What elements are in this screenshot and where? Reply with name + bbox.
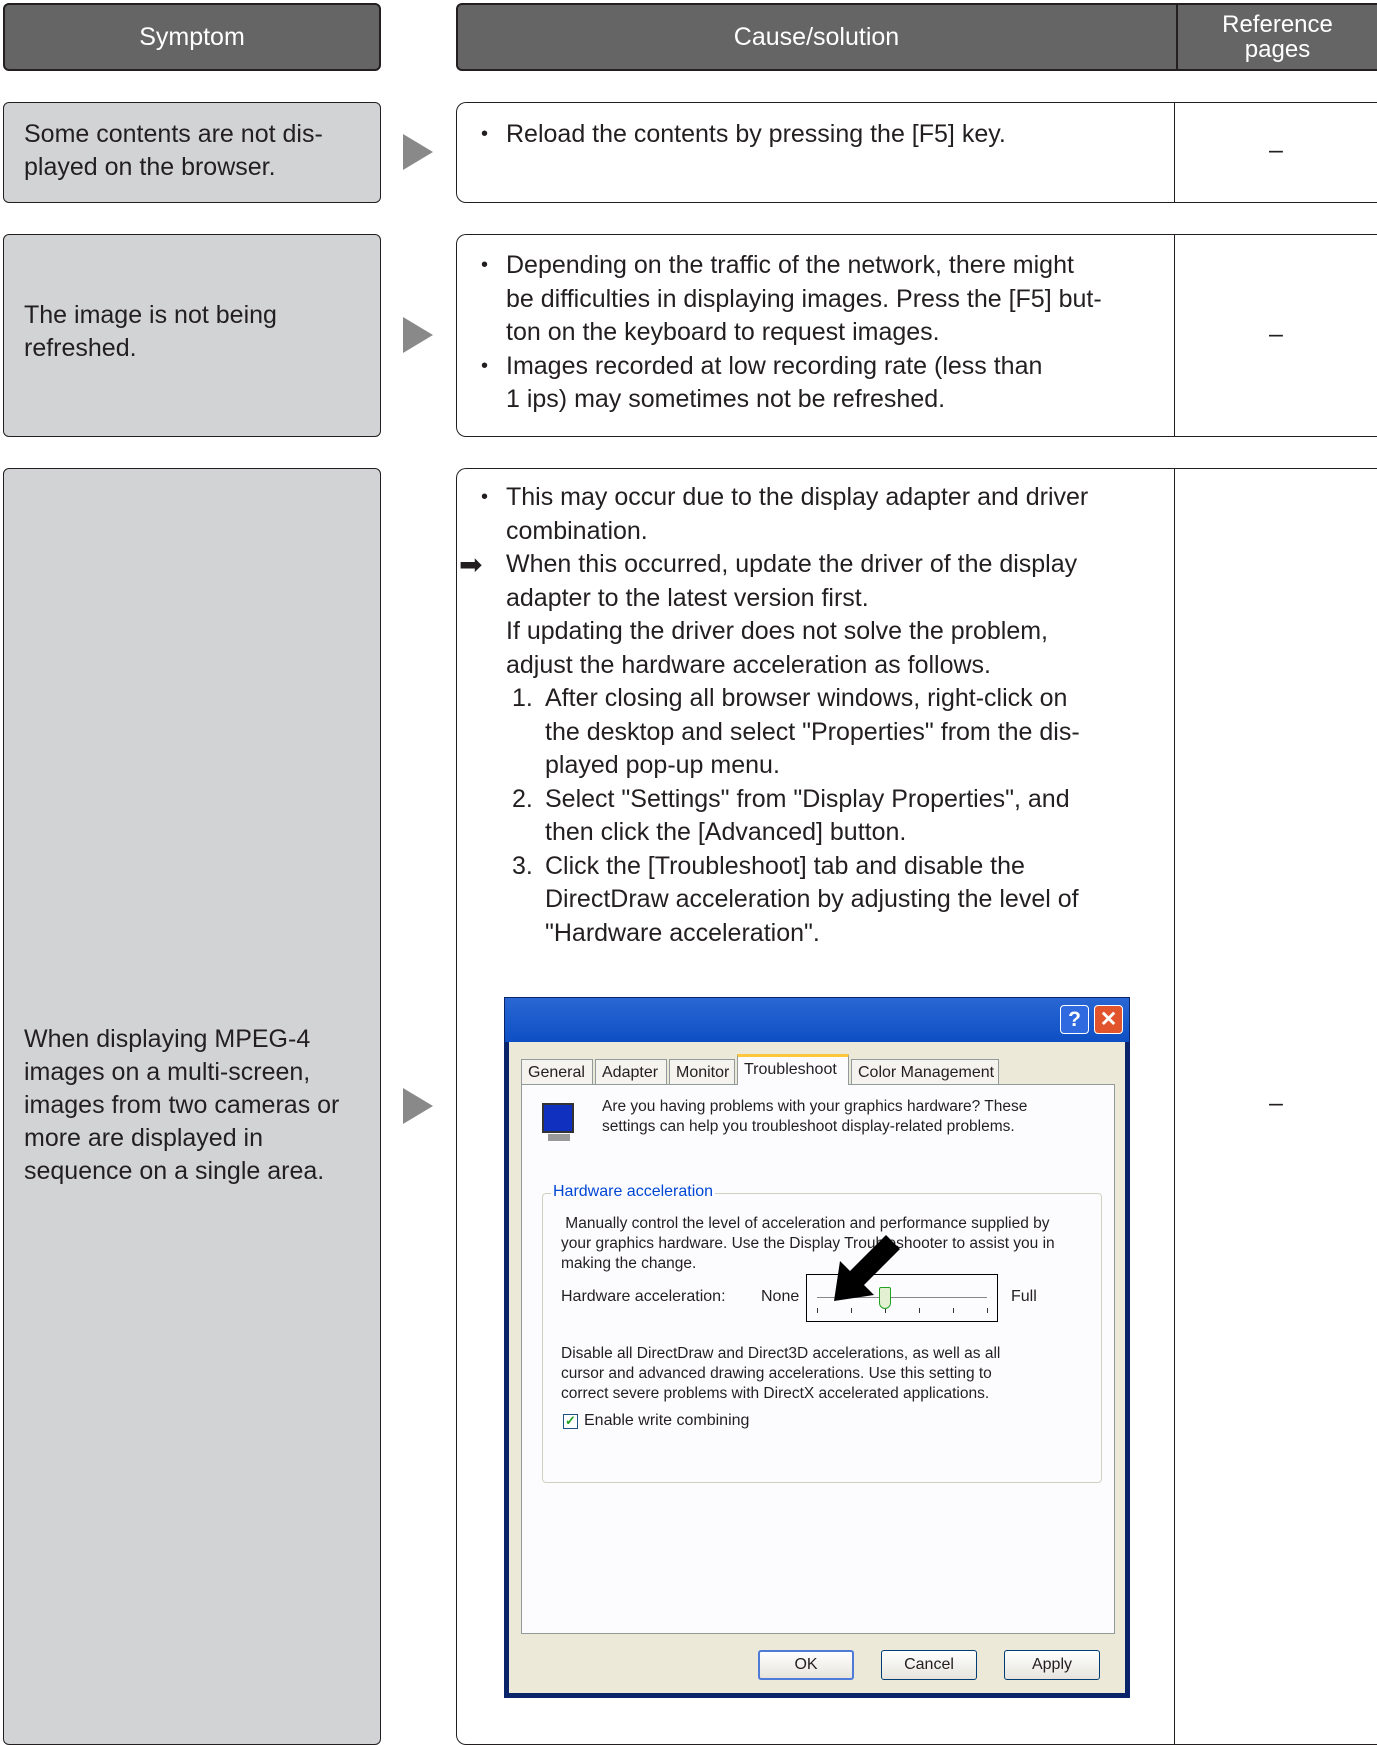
step-line: "Hardware acceleration".	[545, 918, 820, 947]
slider-max-label: Full	[1011, 1288, 1037, 1305]
symptom-column-header: Symptom	[3, 3, 381, 71]
cause-bullet: Images recorded at low recording rate (l…	[481, 350, 1171, 417]
reference-value: –	[1269, 136, 1283, 164]
symptom-line: more are displayed in	[24, 1124, 264, 1152]
step-number: 2.	[512, 784, 533, 813]
pointer-arrow-icon	[834, 1235, 900, 1301]
cause-cell-1: Reload the contents by pressing the [F5]…	[456, 102, 1377, 203]
cause-line: 1 ips) may sometimes not be refreshed.	[506, 385, 946, 413]
intro-line: settings can help you troubleshoot displ…	[602, 1118, 1015, 1135]
row-arrow-triangle	[403, 134, 433, 170]
desc-line: Manually control the level of accelerati…	[561, 1215, 1050, 1232]
slider-tick	[851, 1308, 852, 1313]
write-combining-checkbox[interactable]: ✓	[563, 1413, 578, 1429]
warn-line: Disable all DirectDraw and Direct3D acce…	[561, 1345, 1001, 1362]
warn-line: correct severe problems with DirectX acc…	[561, 1385, 990, 1402]
symptom-line: images on a multi-screen,	[24, 1058, 311, 1086]
step-line: After closing all browser windows, right…	[545, 684, 1068, 712]
cause-line: combination.	[506, 516, 648, 545]
write-combining-label: Enable write combining	[584, 1412, 750, 1429]
apply-button[interactable]: Apply	[1004, 1650, 1100, 1680]
symptom-line: refreshed.	[24, 334, 137, 362]
cause-bullet: Reload the contents by pressing the [F5]…	[481, 118, 1171, 152]
symptom-line: sequence on a single area.	[24, 1157, 325, 1185]
troubleshoot-panel: Are you having problems with your graphi…	[521, 1084, 1115, 1634]
intro-text: Are you having problems with your graphi…	[602, 1097, 1102, 1137]
tab-color-management[interactable]: Color Management	[851, 1059, 999, 1084]
right-arrow-icon: ➡	[459, 549, 483, 580]
reference-value: –	[1269, 320, 1283, 348]
reference-header-line-2: pages	[1244, 36, 1311, 63]
reference-header-label: Reference pages	[1176, 5, 1377, 69]
hardware-acceleration-group: Hardware acceleration Manually control t…	[542, 1183, 1102, 1483]
group-title: Hardware acceleration	[551, 1183, 716, 1201]
cause-line: This may occur due to the display adapte…	[506, 483, 1089, 511]
step-item: 1. After closing all browser windows, ri…	[481, 682, 1171, 783]
cause-header-label: Cause/solution	[733, 22, 900, 51]
cause-cell-2: Depending on the traffic of the network,…	[456, 234, 1377, 437]
symptom-line: When displaying MPEG-4	[24, 1025, 311, 1053]
cause-line: Depending on the traffic of the network,…	[506, 251, 1074, 279]
symptom-cell-3: When displaying MPEG-4 images on a multi…	[3, 468, 381, 1745]
tab-adapter[interactable]: Adapter	[595, 1059, 667, 1084]
cause-line: be difficulties in displaying images. Pr…	[506, 284, 1102, 313]
symptom-line: Some contents are not dis-	[24, 120, 323, 148]
slider-tick	[919, 1308, 920, 1313]
step-item: 2. Select "Settings" from "Display Prope…	[481, 783, 1171, 850]
step-line: Click the [Troubleshoot] tab and disable…	[545, 851, 1025, 880]
cancel-button[interactable]: Cancel	[881, 1650, 977, 1680]
row-arrow-triangle	[403, 1088, 433, 1124]
cause-line: Images recorded at low recording rate (l…	[506, 351, 1043, 380]
arrow-instruction: ➡ When this occurred, update the driver …	[459, 548, 1171, 682]
step-number: 1.	[512, 684, 533, 712]
step-line: DirectDraw acceleration by adjusting the…	[545, 885, 1079, 913]
step-line: played pop-up menu.	[545, 751, 780, 779]
reference-header-line-1: Reference	[1222, 11, 1333, 38]
monitor-icon	[542, 1103, 574, 1143]
ok-button[interactable]: OK	[758, 1650, 854, 1680]
step-item: 3. Click the [Troubleshoot] tab and disa…	[481, 850, 1171, 951]
symptom-header-label: Symptom	[139, 22, 245, 51]
symptom-line: The image is not being	[24, 301, 277, 329]
write-combining-option[interactable]: ✓ Enable write combining	[563, 1412, 749, 1430]
tab-troubleshoot[interactable]: Troubleshoot	[737, 1054, 849, 1085]
step-number: 3.	[512, 851, 533, 880]
step-line: Select "Settings" from "Display Properti…	[545, 784, 1070, 813]
help-button[interactable]: ?	[1060, 1005, 1089, 1034]
step-line: the desktop and select "Properties" from…	[545, 717, 1080, 746]
cause-column-header: Cause/solution Reference pages	[456, 3, 1377, 71]
slider-tick	[987, 1308, 988, 1313]
symptom-cell-2: The image is not being refreshed.	[3, 234, 381, 437]
cause-line: ton on the keyboard to request images.	[506, 318, 940, 346]
cause-line: adapter to the latest version first.	[506, 583, 869, 612]
dialog-body: General Adapter Monitor Troubleshoot Col…	[509, 1042, 1125, 1693]
display-properties-dialog: ? ✕ General Adapter Monitor Troubleshoot…	[504, 997, 1130, 1698]
cause-bullet: Depending on the traffic of the network,…	[481, 249, 1171, 350]
cause-line: When this occurred, update the driver of…	[506, 550, 1078, 578]
setting-description: Disable all DirectDraw and Direct3D acce…	[561, 1344, 1081, 1404]
slider-tick	[953, 1308, 954, 1313]
reference-value: –	[1269, 1089, 1283, 1117]
symptom-line: played on the browser.	[24, 153, 276, 181]
cause-line: adjust the hardware acceleration as foll…	[506, 650, 991, 679]
warn-line: cursor and advanced drawing acceleration…	[561, 1365, 992, 1382]
slider-min-label: None	[761, 1288, 800, 1305]
hardware-acceleration-label: Hardware acceleration:	[561, 1288, 726, 1305]
close-button[interactable]: ✕	[1094, 1005, 1123, 1034]
tab-monitor[interactable]: Monitor	[669, 1059, 735, 1084]
tab-general[interactable]: General	[521, 1059, 593, 1084]
cause-bullet: This may occur due to the display adapte…	[481, 481, 1171, 548]
dialog-title-bar: ? ✕	[505, 998, 1129, 1042]
step-line: then click the [Advanced] button.	[545, 818, 907, 846]
symptom-cell-1: Some contents are not dis- played on the…	[3, 102, 381, 203]
row-arrow-triangle	[403, 317, 433, 353]
symptom-line: images from two cameras or	[24, 1091, 340, 1119]
slider-tick	[817, 1308, 818, 1313]
cause-line: If updating the driver does not solve th…	[506, 617, 1048, 645]
intro-line: Are you having problems with your graphi…	[602, 1098, 1028, 1115]
